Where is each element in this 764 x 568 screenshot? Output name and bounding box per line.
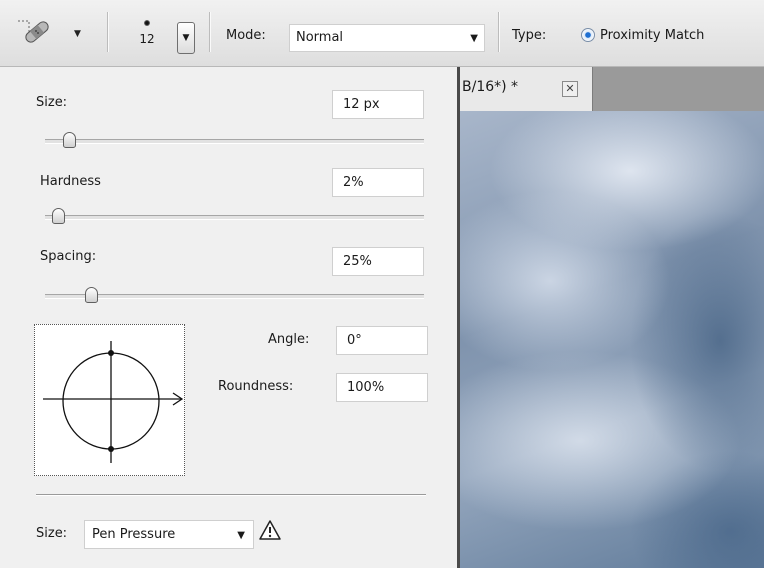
size-value: 12 px	[343, 97, 380, 112]
brush-preset-picker[interactable]: 12	[132, 12, 162, 56]
roundness-label: Roundness:	[218, 379, 294, 394]
document-tab-title: B/16*) *	[462, 79, 519, 95]
hardness-field[interactable]: 2%	[332, 168, 424, 197]
pressure-size-label: Size:	[36, 526, 68, 541]
mode-label: Mode:	[226, 28, 266, 43]
toolbar-separator	[498, 12, 499, 52]
dropdown-arrow-icon[interactable]: ▼	[74, 29, 81, 39]
size-slider-thumb[interactable]	[63, 132, 76, 148]
radio-selected-icon[interactable]	[581, 28, 595, 42]
toolbar-separator	[107, 12, 108, 52]
proximity-match-option[interactable]: Proximity Match	[600, 28, 704, 43]
spacing-label: Spacing:	[40, 249, 97, 264]
canvas-image[interactable]	[460, 111, 764, 568]
brush-angle-preview[interactable]	[34, 324, 185, 476]
spacing-field[interactable]: 25%	[332, 247, 424, 276]
spacing-value: 25%	[343, 254, 372, 269]
brush-tip-icon	[144, 20, 150, 26]
hardness-slider-thumb[interactable]	[52, 208, 65, 224]
brush-picker-button[interactable]: ▼	[177, 22, 195, 54]
size-field[interactable]: 12 px	[332, 90, 424, 119]
brush-settings-panel: Size: 12 px Hardness 2% Spacing: 25% Ang…	[0, 67, 460, 568]
dropdown-arrow-icon: ▼	[182, 33, 190, 43]
spacing-slider-thumb[interactable]	[85, 287, 98, 303]
close-icon[interactable]: ✕	[562, 81, 578, 97]
warning-icon	[258, 518, 282, 542]
hardness-label: Hardness	[40, 174, 101, 189]
size-control-dropdown[interactable]: Pen Pressure ▼	[84, 520, 254, 549]
hardness-value: 2%	[343, 175, 364, 190]
size-slider[interactable]	[45, 132, 424, 148]
document-tab-bar: B/16*) * ✕	[460, 67, 764, 111]
size-label: Size:	[36, 95, 68, 110]
angle-value: 0°	[347, 333, 362, 348]
type-label: Type:	[512, 28, 547, 43]
brush-size-readout: 12	[139, 32, 155, 46]
options-bar: ▼ 12 ▼ Mode: Normal ▼ Type: Proximity Ma…	[0, 0, 764, 67]
panel-divider	[36, 494, 426, 495]
angle-label: Angle:	[268, 332, 310, 347]
dropdown-arrow-icon: ▼	[237, 530, 245, 541]
spacing-slider[interactable]	[45, 287, 424, 303]
dropdown-arrow-icon: ▼	[470, 33, 478, 44]
document-area: B/16*) * ✕	[460, 67, 764, 568]
angle-field[interactable]: 0°	[336, 326, 428, 355]
roundness-value: 100%	[347, 380, 385, 395]
mode-value: Normal	[296, 30, 344, 45]
brush-angle-preview-icon	[43, 341, 184, 463]
roundness-field[interactable]: 100%	[336, 373, 428, 402]
size-control-value: Pen Pressure	[92, 527, 176, 542]
mode-dropdown[interactable]: Normal ▼	[289, 24, 485, 52]
toolbar-separator	[209, 12, 210, 52]
hardness-slider[interactable]	[45, 208, 424, 224]
healing-brush-icon[interactable]	[15, 18, 55, 48]
document-tab[interactable]: B/16*) * ✕	[460, 67, 593, 111]
